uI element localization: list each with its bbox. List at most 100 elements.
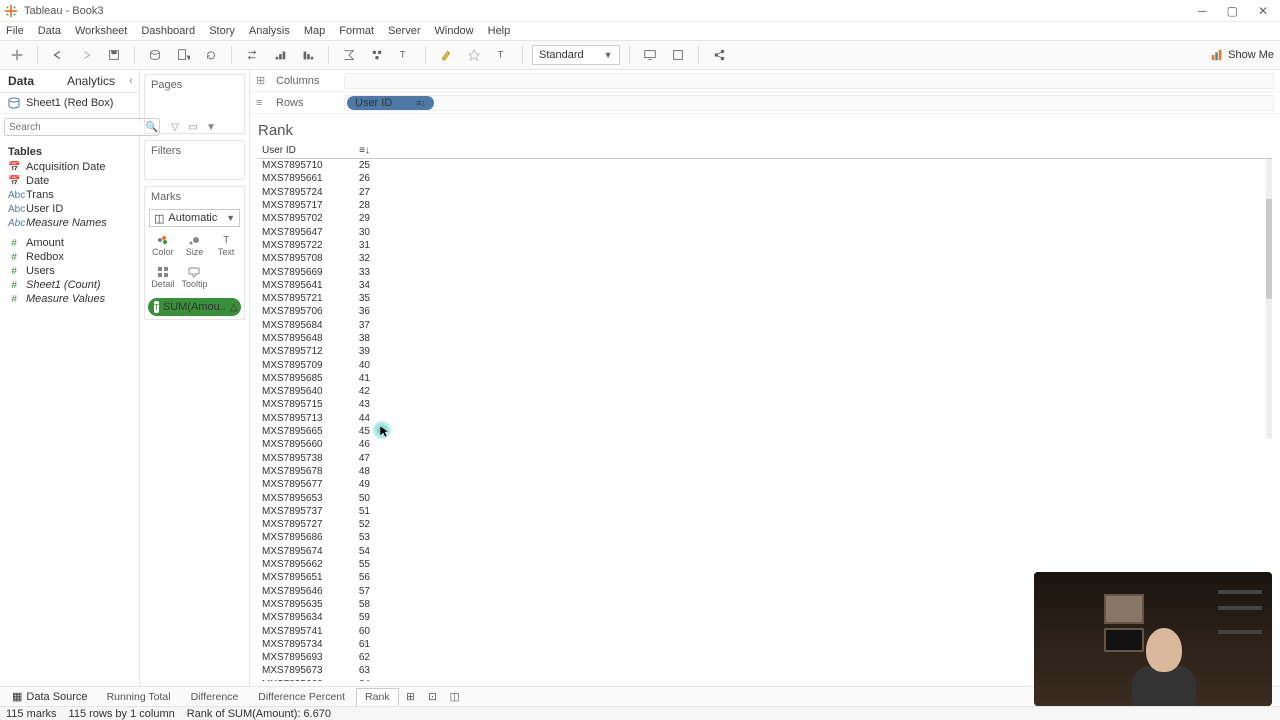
abc-button[interactable]: T <box>394 44 416 66</box>
table-row[interactable]: MXS789567749 <box>258 478 1272 491</box>
save-button[interactable] <box>103 44 125 66</box>
table-row[interactable]: MXS789571239 <box>258 345 1272 358</box>
totals-button[interactable] <box>338 44 360 66</box>
menu-format[interactable]: Format <box>339 25 374 37</box>
menu-data[interactable]: Data <box>38 25 61 37</box>
table-row[interactable]: MXS789568653 <box>258 531 1272 544</box>
table-row[interactable]: MXS789564134 <box>258 279 1272 292</box>
table-row[interactable]: MXS789570636 <box>258 305 1272 318</box>
filters-shelf[interactable]: Filters <box>144 140 245 180</box>
tab-data-source[interactable]: ▦Data Source <box>4 688 96 705</box>
column-header-sort-icon[interactable]: ≡↓ <box>324 143 374 158</box>
menu-worksheet[interactable]: Worksheet <box>75 25 127 37</box>
share-button[interactable] <box>708 44 730 66</box>
tab-rank[interactable]: Rank <box>356 688 399 706</box>
menu-help[interactable]: Help <box>488 25 511 37</box>
minimize-button[interactable]: ─ <box>1198 4 1207 18</box>
column-header-userid[interactable]: User ID <box>258 143 324 158</box>
table-row[interactable]: MXS789571344 <box>258 412 1272 425</box>
present-button[interactable] <box>639 44 661 66</box>
close-button[interactable]: ✕ <box>1258 4 1268 18</box>
refresh-button[interactable] <box>200 44 222 66</box>
marks-text[interactable]: TText <box>210 229 242 261</box>
table-row[interactable]: MXS789568541 <box>258 372 1272 385</box>
table-row[interactable]: MXS789566255 <box>258 558 1272 571</box>
new-data-button[interactable] <box>144 44 166 66</box>
menu-analysis[interactable]: Analysis <box>249 25 290 37</box>
undo-button[interactable] <box>47 44 69 66</box>
table-row[interactable]: MXS789565350 <box>258 491 1272 504</box>
tableau-start-icon[interactable] <box>6 44 28 66</box>
columns-shelf[interactable]: ⊞ Columns <box>250 70 1280 92</box>
menu-map[interactable]: Map <box>304 25 325 37</box>
table-row[interactable]: MXS789571543 <box>258 398 1272 411</box>
table-row[interactable]: MXS789566046 <box>258 438 1272 451</box>
field-measure-names[interactable]: AbcMeasure Names <box>4 216 135 230</box>
table-row[interactable]: MXS789572427 <box>258 186 1272 199</box>
table-row[interactable]: MXS789567454 <box>258 545 1272 558</box>
table-row[interactable]: MXS789566545 <box>258 425 1272 438</box>
field-amount[interactable]: #Amount <box>4 236 135 250</box>
table-row[interactable]: MXS789564730 <box>258 225 1272 238</box>
tab-analytics[interactable]: Analytics <box>59 70 123 92</box>
redo-button[interactable] <box>75 44 97 66</box>
table-row[interactable]: MXS789571728 <box>258 199 1272 212</box>
new-worksheet-button[interactable]: ⊞ <box>401 688 421 706</box>
marks-size[interactable]: Size <box>179 229 211 261</box>
table-row[interactable]: MXS789572231 <box>258 239 1272 252</box>
table-row[interactable]: MXS789573847 <box>258 452 1272 465</box>
menu-server[interactable]: Server <box>388 25 420 37</box>
cards-button[interactable] <box>667 44 689 66</box>
menu-window[interactable]: Window <box>435 25 474 37</box>
group-button[interactable] <box>366 44 388 66</box>
table-row[interactable]: MXS789572135 <box>258 292 1272 305</box>
search-input[interactable]: 🔍 <box>4 118 160 136</box>
table-row[interactable]: MXS789567848 <box>258 465 1272 478</box>
vertical-scrollbar[interactable] <box>1266 159 1272 439</box>
pages-shelf[interactable]: Pages <box>144 74 245 134</box>
table-row[interactable]: MXS789564042 <box>258 385 1272 398</box>
sort-desc-button[interactable] <box>297 44 319 66</box>
show-me-button[interactable]: Show Me <box>1210 48 1274 62</box>
datasource-item[interactable]: Sheet1 (Red Box) <box>0 93 139 114</box>
menu-dashboard[interactable]: Dashboard <box>141 25 195 37</box>
marks-tooltip[interactable]: Tooltip <box>179 261 211 293</box>
table-row[interactable]: MXS789571025 <box>258 159 1272 172</box>
mark-type-dropdown[interactable]: ◫ Automatic▼ <box>149 209 240 227</box>
new-sheet-button[interactable]: ▾ <box>172 44 194 66</box>
new-dashboard-button[interactable]: ⊡ <box>423 688 443 706</box>
table-row[interactable]: MXS789572752 <box>258 518 1272 531</box>
tab-difference-percent[interactable]: Difference Percent <box>249 688 354 706</box>
table-row[interactable]: MXS789570832 <box>258 252 1272 265</box>
field-user-id[interactable]: AbcUser ID <box>4 202 135 216</box>
marks-detail[interactable]: Detail <box>147 261 179 293</box>
pin-button[interactable] <box>463 44 485 66</box>
field-acquisition-date[interactable]: 📅Acquisition Date <box>4 160 135 174</box>
rows-pill-userid[interactable]: User ID ≡↓ <box>347 96 434 110</box>
field-measure-values[interactable]: #Measure Values <box>4 292 135 306</box>
table-row[interactable]: MXS789570229 <box>258 212 1272 225</box>
field-redbox[interactable]: #Redbox <box>4 250 135 264</box>
menu-story[interactable]: Story <box>209 25 235 37</box>
fit-dropdown[interactable]: Standard▼ <box>532 45 620 65</box>
rows-shelf[interactable]: ≡ Rows User ID ≡↓ <box>250 92 1280 114</box>
marks-pill-sum-amount[interactable]: T SUM(Amou.. △ <box>148 298 241 316</box>
field-users[interactable]: #Users <box>4 264 135 278</box>
swap-button[interactable] <box>241 44 263 66</box>
field-sheet1--count-[interactable]: #Sheet1 (Count) <box>4 278 135 292</box>
marks-color[interactable]: Color <box>147 229 179 261</box>
sheet-title[interactable]: Rank <box>250 114 1280 143</box>
table-row[interactable]: MXS789573751 <box>258 505 1272 518</box>
highlight-button[interactable] <box>435 44 457 66</box>
field-trans[interactable]: AbcTrans <box>4 188 135 202</box>
table-row[interactable]: MXS789566933 <box>258 265 1272 278</box>
field-date[interactable]: 📅Date <box>4 174 135 188</box>
table-row[interactable]: MXS789564838 <box>258 332 1272 345</box>
labels-button[interactable]: T <box>491 44 513 66</box>
table-row[interactable]: MXS789568437 <box>258 319 1272 332</box>
tab-data[interactable]: Data <box>0 70 59 92</box>
table-row[interactable]: MXS789566126 <box>258 172 1272 185</box>
table-row[interactable]: MXS789570940 <box>258 358 1272 371</box>
maximize-button[interactable]: ▢ <box>1227 4 1238 18</box>
menu-file[interactable]: File <box>6 25 24 37</box>
